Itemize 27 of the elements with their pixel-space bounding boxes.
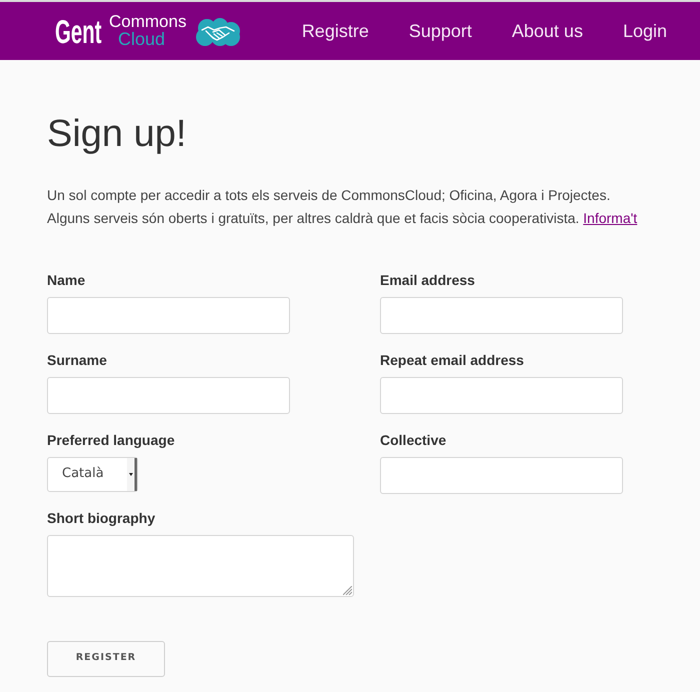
nav-link[interactable]: Registre	[302, 19, 369, 43]
field-label: Name	[47, 270, 86, 290]
intro-text: Un sol compte per accedir a tots els serveis de CommonsCloud; Oficina, Agora i Projectes. Alguns serveis són oberts i gratuïts, per altres caldrà que et facis sòcia cooperativista. Informa't	[47, 186, 638, 228]
register-button[interactable]: REGISTER	[47, 640, 165, 677]
text-input[interactable]	[47, 376, 290, 414]
info-link[interactable]: Informa't	[583, 210, 638, 226]
field-label: Email address	[380, 270, 475, 290]
page-heading: Sign up!	[47, 112, 188, 157]
field-label: Preferred language	[47, 430, 175, 450]
cloud-handshake-icon	[196, 18, 240, 46]
text-input[interactable]	[380, 456, 623, 494]
field-label: Collective	[380, 430, 446, 450]
logo-text: Commons	[109, 13, 186, 30]
text-input[interactable]	[47, 296, 290, 334]
nav-link[interactable]: Login	[622, 19, 667, 43]
text-input[interactable]	[380, 296, 623, 334]
field-label: Repeat email address	[380, 350, 524, 370]
textarea-field[interactable]	[47, 534, 354, 597]
field-label: Short biography	[47, 508, 156, 528]
language-select[interactable]: Català	[47, 456, 138, 492]
nav-link[interactable]: About us	[512, 19, 583, 43]
logo-text: Gent	[55, 15, 102, 48]
nav-link[interactable]: Support	[408, 19, 472, 43]
text-input[interactable]	[380, 376, 623, 414]
field-label: Surname	[47, 350, 107, 370]
resize-grip-icon[interactable]	[343, 586, 352, 595]
logo-text: Cloud	[118, 30, 166, 48]
